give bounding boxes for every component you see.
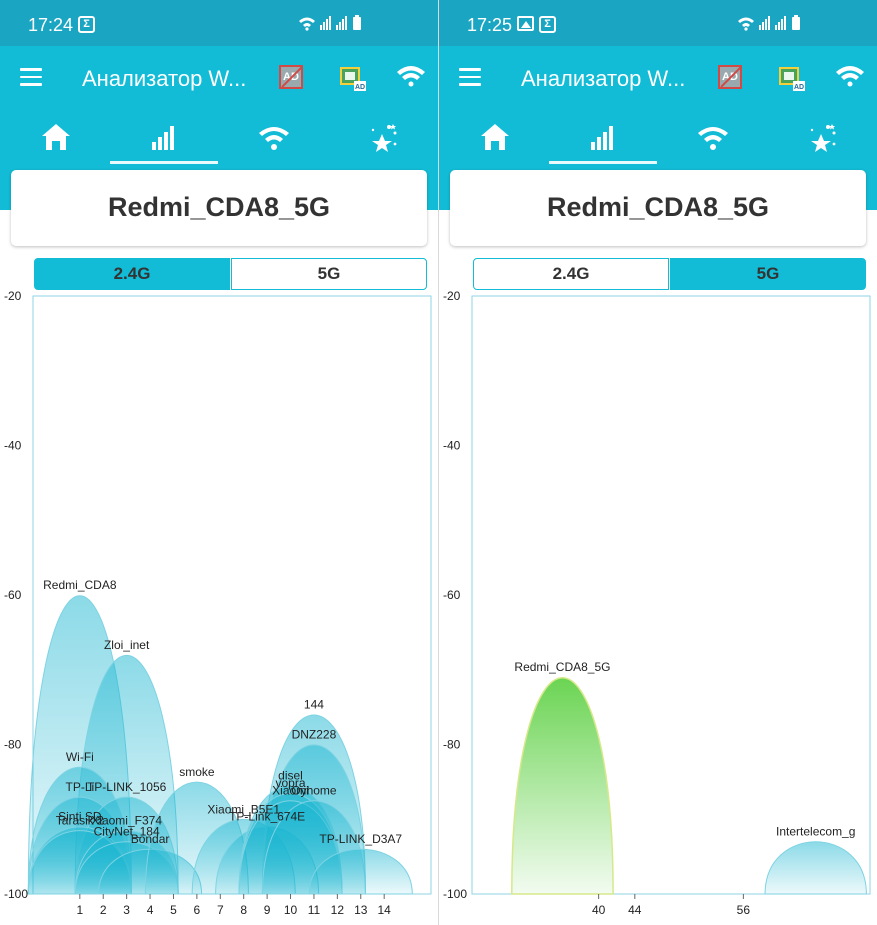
y-tick-label: -100 — [4, 887, 28, 901]
wifi-tab-icon[interactable] — [254, 120, 294, 154]
app-bar: Анализатор W... AD AD — [0, 46, 438, 110]
y-tick-label: -80 — [443, 738, 461, 752]
app-title: Анализатор W... — [82, 66, 247, 91]
network-label: smoke — [179, 765, 215, 779]
x-tick-label: 11 — [308, 903, 321, 917]
x-tick-label: 1 — [76, 903, 83, 917]
status-signal-icons — [738, 15, 800, 31]
x-tick-label: 9 — [264, 903, 271, 917]
wifi-tab-icon[interactable] — [693, 120, 733, 154]
ssid-title: Redmi_CDA8_5G — [107, 192, 331, 222]
network-label: 144 — [304, 698, 324, 712]
x-tick-label: 8 — [240, 903, 247, 917]
x-tick-label: 7 — [217, 903, 224, 917]
y-tick-label: -40 — [4, 439, 22, 453]
y-tick-label: -100 — [443, 887, 467, 901]
status-time: 17:25 — [467, 15, 513, 35]
network-label: Oyhome — [291, 784, 337, 798]
channel-graph: -20 -40 -60 -80 -100 Redmi_CDA8_5G Interteleco… — [443, 290, 871, 917]
x-tick-label: 4 — [147, 903, 154, 917]
network-label: Wi-Fi — [66, 750, 94, 764]
x-tick-label: 44 — [628, 903, 642, 917]
network-label: TP-LINK_D3A7 — [319, 832, 402, 846]
sigma-icon: Σ — [78, 16, 95, 33]
network-label: TP-Link_674E — [229, 810, 305, 824]
band-2-4g-button[interactable]: 2.4G — [34, 258, 230, 290]
channel-graph: -20 -40 -60 -80 -100 Redmi_CDA8 Zloi_inet Wi-Fi… — [4, 290, 432, 917]
x-tick-label: 12 — [331, 903, 345, 917]
x-tick-label: 3 — [123, 903, 130, 917]
wifi-icon[interactable] — [396, 64, 426, 88]
y-tick-label: -80 — [4, 738, 22, 752]
status-signal-icons — [299, 15, 361, 31]
signal-bars-icon[interactable] — [144, 120, 184, 154]
network-label: TP-LINK_1056 — [87, 780, 167, 794]
x-tick-label: 6 — [194, 903, 201, 917]
home-icon[interactable] — [36, 120, 76, 154]
network-label: Intertelecom_g — [776, 825, 855, 839]
x-tick-label: 56 — [737, 903, 751, 917]
ad-screen-icon[interactable]: AD — [338, 64, 366, 92]
x-tick-label: 40 — [592, 903, 606, 917]
nav-tab-bar — [0, 110, 438, 164]
band-5g-button[interactable]: 5G — [670, 258, 866, 290]
wifi-icon[interactable] — [835, 64, 865, 88]
x-tick-label: 5 — [170, 903, 177, 917]
y-tick-label: -20 — [443, 290, 461, 303]
image-icon — [517, 16, 534, 31]
x-tick-label: 13 — [354, 903, 368, 917]
network-label: Bondar — [131, 832, 170, 846]
svg-text:AD: AD — [794, 84, 804, 91]
band-5g-button[interactable]: 5G — [231, 258, 427, 290]
stars-icon[interactable] — [362, 120, 402, 154]
x-tick-label: 14 — [377, 903, 391, 917]
y-tick-label: -40 — [443, 439, 461, 453]
status-bar: 17:24 Σ — [0, 0, 438, 46]
signal-bars-icon[interactable] — [583, 120, 623, 154]
menu-icon[interactable] — [20, 68, 42, 86]
nav-tab-bar — [439, 110, 877, 164]
band-2-4g-button[interactable]: 2.4G — [473, 258, 669, 290]
menu-icon[interactable] — [459, 68, 481, 86]
status-bar: 17:25 Σ — [439, 0, 877, 46]
home-icon[interactable] — [475, 120, 515, 154]
svg-text:AD: AD — [355, 84, 365, 91]
remove-ads-icon[interactable]: AD — [279, 65, 303, 89]
status-time: 17:24 — [28, 15, 74, 35]
x-tick-label: 2 — [100, 903, 107, 917]
y-tick-label: -20 — [4, 290, 22, 303]
network-label: Zloi_inet — [104, 638, 150, 652]
sigma-icon: Σ — [539, 16, 556, 33]
remove-ads-icon[interactable]: AD — [718, 65, 742, 89]
network-label: DNZ228 — [292, 728, 337, 742]
ssid-card: Redmi_CDA8_5G — [11, 170, 427, 246]
phone-screen-right: 17:25 Σ Анализатор W... AD AD Redmi_CDA8… — [439, 0, 877, 925]
app-bar: Анализатор W... AD AD — [439, 46, 877, 110]
phone-screen-left: 17:24 Σ Анализатор W... AD AD Redmi_CDA8… — [0, 0, 438, 925]
app-title: Анализатор W... — [521, 66, 686, 91]
ssid-title: Redmi_CDA8_5G — [546, 192, 770, 222]
y-tick-label: -60 — [443, 588, 461, 602]
ad-screen-icon[interactable]: AD — [777, 64, 805, 92]
ssid-card: Redmi_CDA8_5G — [450, 170, 866, 246]
stars-icon[interactable] — [801, 120, 841, 154]
y-tick-label: -60 — [4, 588, 22, 602]
network-label: Redmi_CDA8 — [43, 578, 117, 592]
network-label: Redmi_CDA8_5G — [514, 660, 610, 674]
x-tick-label: 10 — [284, 903, 298, 917]
